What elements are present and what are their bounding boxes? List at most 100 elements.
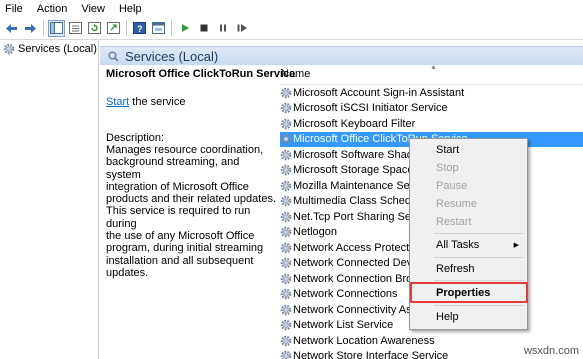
gear-icon xyxy=(280,242,292,254)
pause-icon xyxy=(219,24,226,32)
service-name: Network Connected Devic xyxy=(293,257,421,270)
gear-icon xyxy=(280,133,292,145)
column-header-name[interactable]: Name ▲ xyxy=(280,64,583,85)
menu-separator xyxy=(434,305,524,306)
menu-action[interactable]: Action xyxy=(30,3,75,15)
gear-icon xyxy=(280,335,292,347)
stop-icon xyxy=(200,24,207,32)
menu-help[interactable]: Help xyxy=(112,3,149,15)
gear-icon xyxy=(280,195,292,207)
description-line: background streaming, and system xyxy=(106,156,240,181)
service-name: Multimedia Class Schedule xyxy=(293,195,426,208)
menu-item-restart: Restart xyxy=(436,216,472,228)
service-name: Microsoft Account Sign-in Assistant xyxy=(293,86,465,99)
service-name: Network Connection Brok xyxy=(293,272,418,285)
refresh-icon xyxy=(88,22,101,34)
export-list-button[interactable] xyxy=(67,20,84,37)
watermark: wsxdn.com xyxy=(523,345,579,357)
toolbar-separator xyxy=(126,20,127,36)
gear-icon xyxy=(280,102,292,114)
description-line: installation and all subsequent xyxy=(106,254,254,267)
export-list-icon xyxy=(69,22,82,34)
show-hide-console-tree-button[interactable] xyxy=(48,19,65,37)
service-name: Network Connectivity Assi xyxy=(293,303,420,316)
help-book-icon: ? xyxy=(133,22,146,34)
service-name: Net.Tcp Port Sharing Servi xyxy=(293,210,423,223)
service-row[interactable]: Microsoft Account Sign-in Assistant xyxy=(280,85,583,101)
gear-icon xyxy=(280,164,292,176)
service-name: Microsoft iSCSI Initiator Service xyxy=(293,102,448,115)
service-name: Network List Service xyxy=(293,319,394,332)
service-name: Network Location Awareness xyxy=(293,334,435,347)
sort-arrow-icon: ▲ xyxy=(430,64,437,71)
description-line: Manages resource coordination, xyxy=(106,144,264,156)
service-name: Netlogon xyxy=(293,226,338,239)
start-service-suffix: the service xyxy=(129,96,186,108)
menu-item-properties[interactable]: Properties xyxy=(436,287,490,299)
gear-icon xyxy=(280,350,292,359)
description-line: the use of any Microsoft Office xyxy=(106,230,255,243)
service-name: Network Store Interface Service xyxy=(293,350,449,359)
column-header-label: Name xyxy=(281,68,311,80)
start-service-button[interactable] xyxy=(176,20,193,37)
tree-item-services-local[interactable]: Services (Local) xyxy=(0,41,98,57)
toolbar-separator xyxy=(43,20,44,36)
toolbar: ? xyxy=(0,17,583,40)
menu-item-all-tasks[interactable]: All Tasks xyxy=(436,239,479,251)
back-icon xyxy=(6,23,17,33)
menu-separator xyxy=(434,233,524,234)
service-row[interactable]: Microsoft Keyboard Filter xyxy=(280,116,583,132)
start-service-line: Start the service xyxy=(106,96,185,108)
gear-icon xyxy=(280,288,292,300)
service-name: Microsoft Software Shadow xyxy=(293,148,427,161)
menu-file[interactable]: File xyxy=(0,3,30,15)
svg-text:?: ? xyxy=(137,24,143,34)
search-icon xyxy=(108,51,119,62)
forward-button[interactable] xyxy=(22,20,39,37)
console-icon xyxy=(152,22,165,34)
start-service-link[interactable]: Start xyxy=(106,96,129,108)
menu-item-start[interactable]: Start xyxy=(436,144,459,156)
pause-service-button[interactable] xyxy=(214,20,231,37)
description-text: Manages resource coordination, background… xyxy=(106,144,276,279)
play-icon xyxy=(181,24,189,32)
service-name: Network Access Protection xyxy=(293,241,424,254)
submenu-arrow-icon: ▶ xyxy=(513,242,519,249)
service-row[interactable]: Microsoft iSCSI Initiator Service xyxy=(280,101,583,117)
service-name: Mozilla Maintenance Servi xyxy=(293,179,422,192)
menu-separator xyxy=(434,257,524,258)
menu-item-help[interactable]: Help xyxy=(436,311,459,323)
gear-icon xyxy=(280,273,292,285)
menu-bar: File Action View Help xyxy=(0,0,583,17)
console-view-button[interactable] xyxy=(150,20,167,37)
gear-icon xyxy=(280,87,292,99)
restart-service-button[interactable] xyxy=(233,20,250,37)
header-title: Services (Local) xyxy=(125,48,219,64)
description-line: products and their related updates. xyxy=(106,193,277,206)
restart-icon xyxy=(237,24,247,32)
menu-item-refresh[interactable]: Refresh xyxy=(436,263,475,275)
properties-button[interactable]: ? xyxy=(131,20,148,37)
gear-icon xyxy=(280,149,292,161)
menu-separator xyxy=(434,280,524,281)
service-title: Microsoft Office ClickToRun Service xyxy=(106,68,296,80)
export-icon xyxy=(107,22,120,34)
description-line: This service is required to run during xyxy=(106,205,251,230)
service-name: Microsoft Keyboard Filter xyxy=(293,117,416,130)
back-button[interactable] xyxy=(3,20,20,37)
context-menu: Start Stop Pause Resume Restart All Task… xyxy=(409,138,528,330)
gear-icon xyxy=(280,304,292,316)
gear-icon xyxy=(280,319,292,331)
description-pane: Microsoft Office ClickToRun Service Star… xyxy=(106,68,296,279)
gear-icon xyxy=(280,211,292,223)
menu-item-pause: Pause xyxy=(436,180,468,192)
description-line: integration of Microsoft Office xyxy=(106,180,249,193)
forward-icon xyxy=(25,23,36,33)
gear-icon xyxy=(280,180,292,192)
refresh-button[interactable] xyxy=(86,20,103,37)
stop-service-button[interactable] xyxy=(195,20,212,37)
tree-item-label: Services (Local) xyxy=(18,43,97,55)
export-button[interactable] xyxy=(105,20,122,37)
gear-icon xyxy=(280,118,292,130)
menu-view[interactable]: View xyxy=(74,3,112,15)
